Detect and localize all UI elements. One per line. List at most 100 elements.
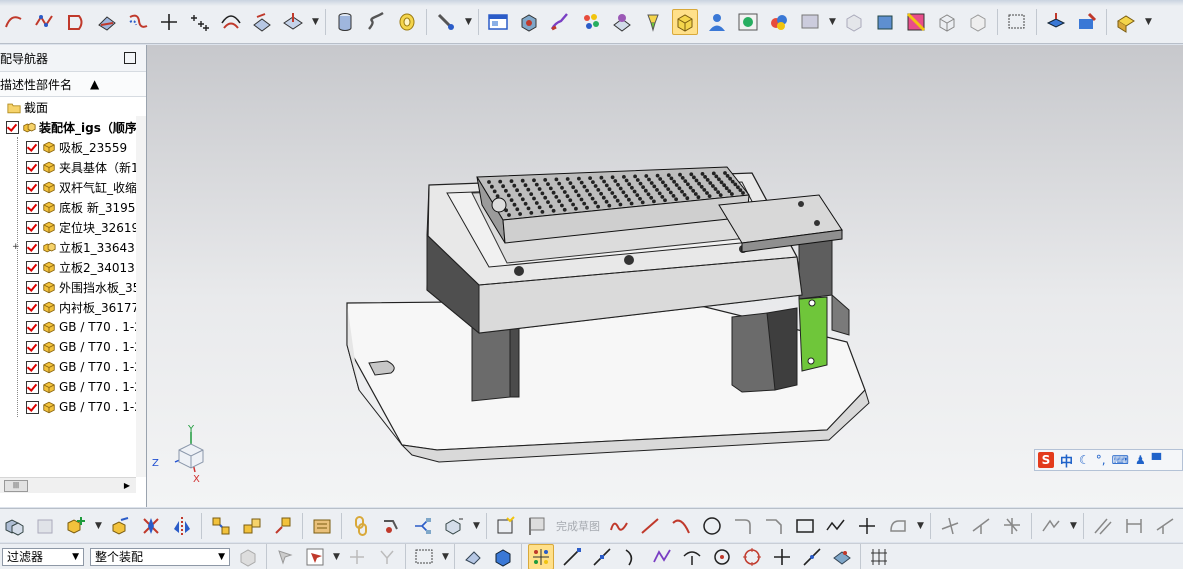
make-corner-icon[interactable] [1000,514,1024,538]
reposition-icon[interactable] [271,514,295,538]
tree-item-part[interactable]: GB / T70 . 1-2 [0,397,146,417]
tree-item-part[interactable]: GB / T70 . 1-2 [0,357,146,377]
section-view-icon[interactable] [1075,10,1099,34]
colored-cube-icon[interactable] [904,10,928,34]
point-icon[interactable] [855,514,879,538]
point-plus-icon[interactable] [157,10,181,34]
dropdown-caret-icon[interactable]: ▼ [1070,521,1077,531]
polyline-icon[interactable] [824,514,848,538]
studio-spline-icon[interactable] [33,10,57,34]
existing-point-icon[interactable] [770,545,794,569]
dimension-icon[interactable] [1122,514,1146,538]
user-icon[interactable]: ♟ [1135,453,1146,467]
coil-spring-icon[interactable] [395,10,419,34]
point-set-icon[interactable] [188,10,212,34]
interference-check-icon[interactable] [380,514,404,538]
checkbox-checked[interactable] [26,220,39,234]
rectangle-select-icon[interactable] [412,545,436,569]
tree-item-folder[interactable]: 截面 [0,97,146,117]
trim-icon[interactable] [938,514,962,538]
maximize-icon[interactable] [124,52,136,64]
wave-link-icon[interactable] [310,514,334,538]
chevron-down-icon[interactable]: ▼ [72,552,79,562]
environment-image-icon[interactable] [736,10,760,34]
view-orient-icon[interactable] [1044,10,1068,34]
checkbox-checked[interactable] [26,340,39,354]
finish-sketch-flag-icon[interactable] [525,514,549,538]
dropdown-caret-icon[interactable]: ▼ [1145,17,1152,27]
ime-mode-label[interactable]: 中 [1060,451,1073,470]
fastener-tool-icon[interactable] [434,10,458,34]
vertical-scrollbar[interactable] [136,116,146,477]
tree-item-part[interactable]: 外围挡水板_35 [0,277,146,297]
material-spheres-icon[interactable] [767,10,791,34]
mid-point-icon[interactable] [590,545,614,569]
hidden-edge-cube-icon[interactable] [966,10,990,34]
exploded-view-icon[interactable] [411,514,435,538]
projection-icon[interactable] [281,10,305,34]
dropdown-caret-icon[interactable]: ▼ [442,552,449,562]
tree-item-part[interactable]: 双杆气缸_收缩 [0,177,146,197]
dropdown-caret-icon[interactable]: ▼ [333,552,340,562]
checkbox-checked[interactable] [26,300,39,314]
render-window-icon[interactable] [486,10,510,34]
tree-item-part[interactable]: GB / T70 . 1-2 [0,317,146,337]
dropdown-caret-icon[interactable]: ▼ [312,17,319,27]
assembly-model[interactable] [147,45,1183,507]
extract-geometry-icon[interactable] [250,10,274,34]
blue-cube-icon[interactable] [491,545,515,569]
dropdown-caret-icon[interactable]: ▼ [829,17,836,27]
fillet-icon[interactable] [731,514,755,538]
checkbox-checked[interactable] [26,240,39,254]
scope-filter-dropdown[interactable]: 整个装配 ▼ [90,547,230,566]
color-palette-icon[interactable] [579,10,603,34]
light-icon[interactable] [641,10,665,34]
keyboard-icon[interactable]: ⌨ [1112,453,1129,467]
column-header[interactable]: 描述性部件名 ▲ [0,72,146,97]
arc-center-icon[interactable] [680,545,704,569]
point-on-face-icon[interactable] [830,545,854,569]
dropdown-caret-icon[interactable]: ▼ [473,521,480,531]
sort-ascending-icon[interactable]: ▲ [90,77,99,91]
solid-cube-icon[interactable] [873,10,897,34]
eraser-icon[interactable] [461,545,485,569]
decal-icon[interactable] [610,10,634,34]
assembly-cubes-icon[interactable] [2,514,26,538]
control-point-icon[interactable] [620,545,644,569]
arc-curve-icon[interactable] [2,10,26,34]
type-filter-dropdown[interactable]: 过滤器 ▼ [2,547,84,566]
finish-sketch-label[interactable]: 完成草图 [556,518,600,534]
mirror-assembly-icon[interactable] [170,514,194,538]
tree-item-subassembly[interactable]: + 立板1_33643 [0,237,146,257]
sketch-frame-icon[interactable] [494,514,518,538]
line-icon[interactable] [638,514,662,538]
end-point-icon[interactable] [560,545,584,569]
chain-link-icon[interactable] [349,514,373,538]
snap-point-ghost-icon[interactable] [345,545,369,569]
checkbox-checked[interactable] [6,120,19,134]
dropdown-caret-icon[interactable]: ▼ [95,521,102,531]
tree-item-part[interactable]: 立板2_34013 [0,257,146,277]
tree-item-root[interactable]: 装配体_igs（顺序 [0,117,146,137]
boundary-curve-icon[interactable] [64,10,88,34]
tree-item-part[interactable]: GB / T70 . 1-2 [0,337,146,357]
filter-ghost-icon[interactable] [375,545,399,569]
cylinder-icon[interactable] [333,10,357,34]
sequence-icon[interactable] [442,514,466,538]
point-on-curve-icon[interactable] [800,545,824,569]
rectangle-icon[interactable] [793,514,817,538]
snap-enable-icon[interactable] [528,544,554,569]
paint-brush-icon[interactable] [548,10,572,34]
tree-item-part[interactable]: 吸板_23559 [0,137,146,157]
profile-icon[interactable] [607,514,631,538]
horizontal-scrollbar[interactable]: ||| ▶ [0,477,136,493]
surface-from-curves-icon[interactable] [95,10,119,34]
circle-icon[interactable] [700,514,724,538]
replace-component-icon[interactable] [240,514,264,538]
checkbox-checked[interactable] [26,380,39,394]
tree-item-part[interactable]: 定位块_32619 [0,217,146,237]
chevron-down-icon[interactable]: ▼ [218,552,225,562]
checkbox-checked[interactable] [26,140,39,154]
moon-icon[interactable]: ☾ [1079,453,1090,467]
checkbox-checked[interactable] [26,360,39,374]
